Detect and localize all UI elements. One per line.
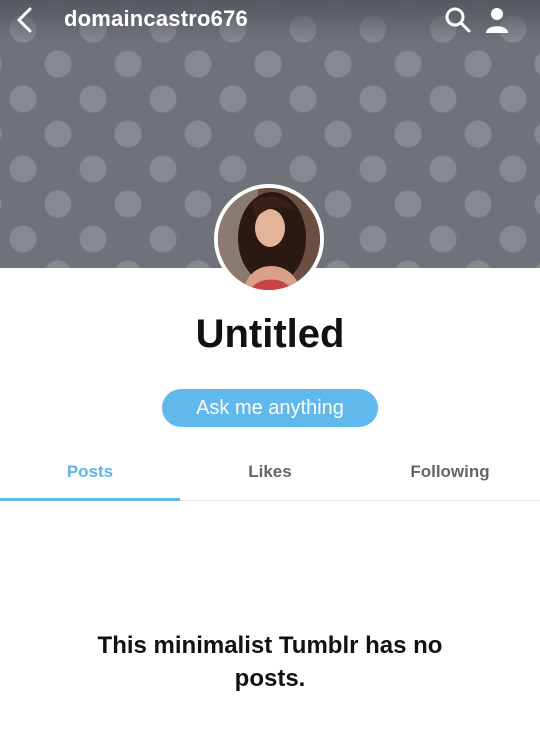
blog-title: Untitled	[195, 312, 345, 356]
tab-posts[interactable]: Posts	[0, 452, 180, 501]
blog-name[interactable]: domaincastro676	[64, 6, 248, 32]
back-button[interactable]	[12, 5, 40, 35]
chevron-left-icon	[17, 7, 32, 33]
tab-following[interactable]: Following	[360, 452, 540, 500]
account-button[interactable]	[484, 6, 510, 34]
person-icon	[486, 8, 508, 33]
search-icon	[445, 7, 471, 33]
top-bar: domaincastro676	[0, 0, 540, 42]
profile-tabs: Posts Likes Following	[0, 452, 540, 501]
search-button[interactable]	[444, 6, 472, 34]
empty-posts-message: This minimalist Tumblr has no posts.	[97, 632, 443, 692]
ask-me-anything-button[interactable]: Ask me anything	[162, 389, 378, 427]
avatar-image	[218, 188, 320, 290]
avatar[interactable]	[214, 184, 324, 294]
tab-likes[interactable]: Likes	[180, 452, 360, 500]
